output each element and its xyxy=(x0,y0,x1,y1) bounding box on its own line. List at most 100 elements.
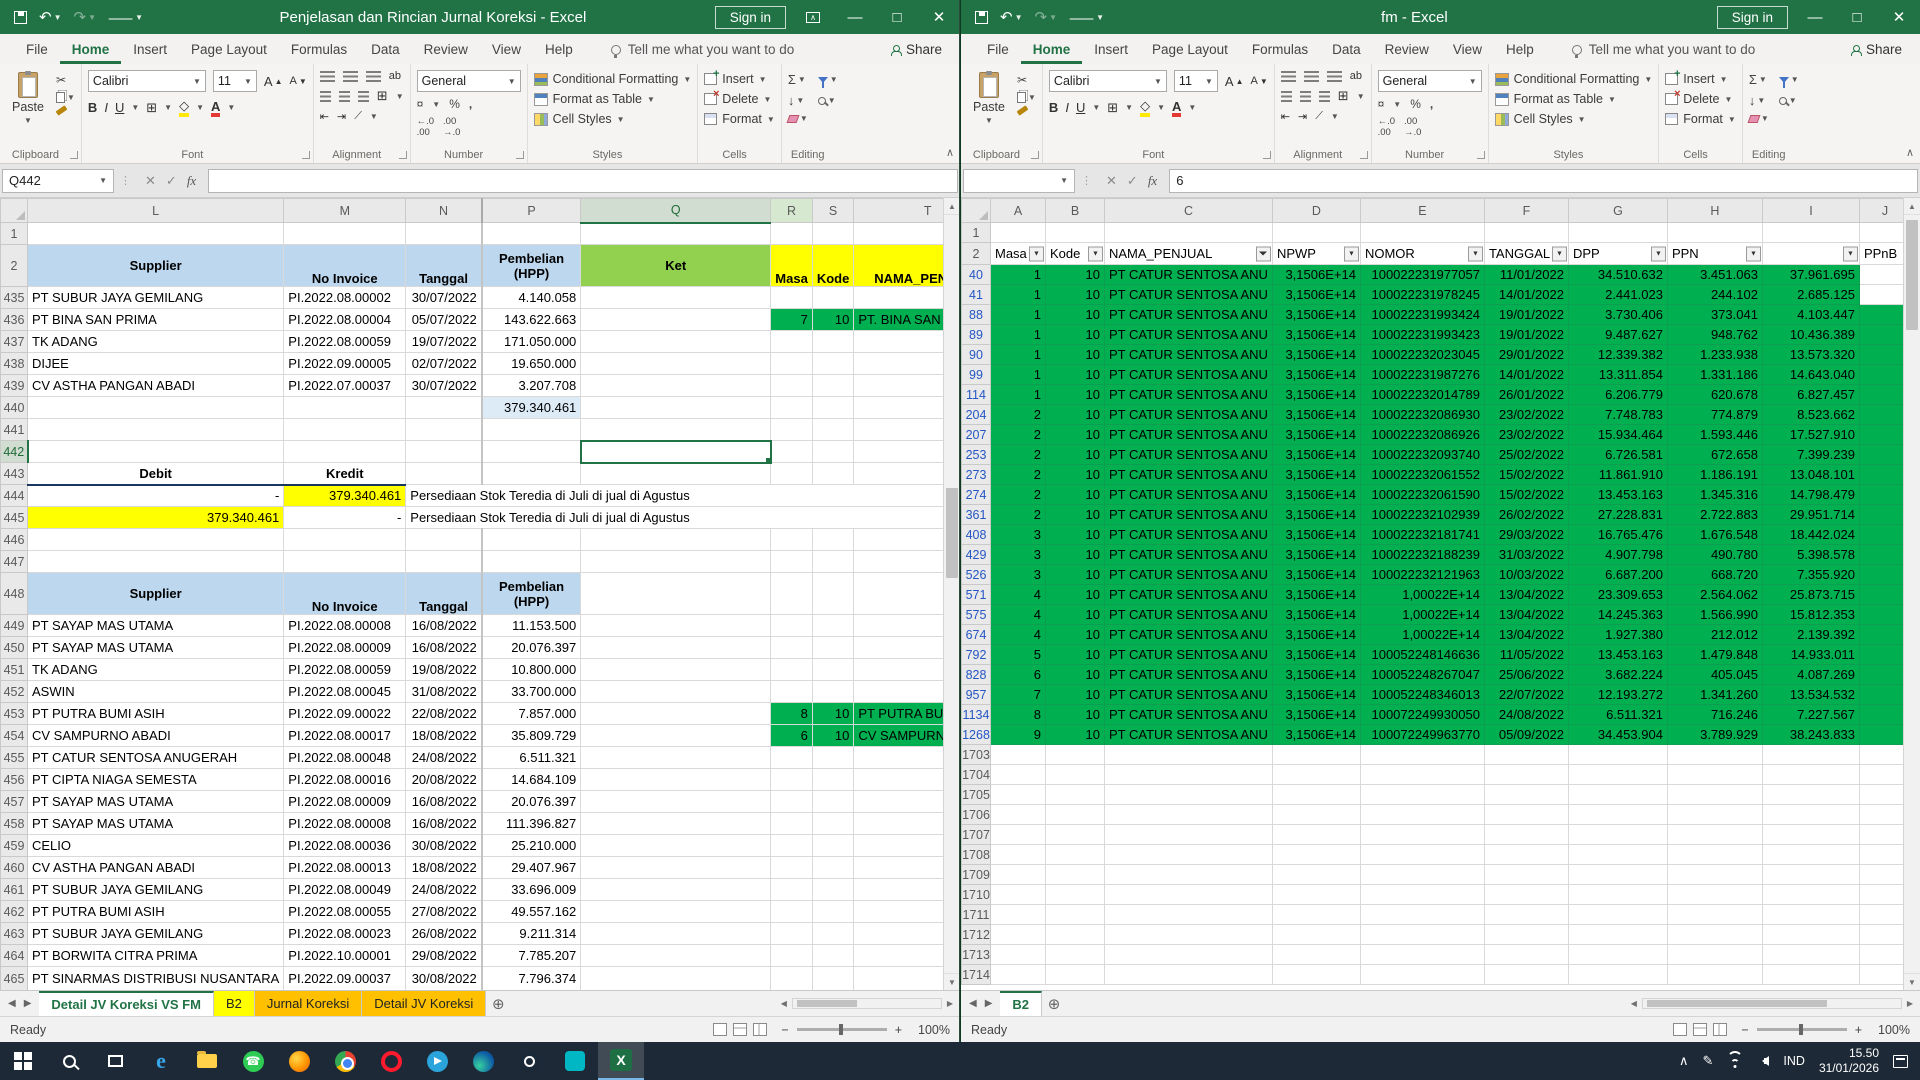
cell-npwp[interactable]: 3,1506E+14 xyxy=(1272,284,1361,305)
cell-styles-button[interactable]: Cell Styles ▼ xyxy=(533,112,692,126)
header-pembelian[interactable]: Pembelian (HPP) xyxy=(480,572,582,615)
cell-dpp[interactable]: 15.934.464 xyxy=(1568,424,1668,445)
cell-hpp[interactable]: 9.211.314 xyxy=(480,922,582,945)
maximize-button[interactable]: □ xyxy=(876,0,918,34)
cell-nomor[interactable]: 100052248267047 xyxy=(1360,664,1485,685)
row-header[interactable]: 464 xyxy=(0,944,28,967)
cell-npwp[interactable]: 3,1506E+14 xyxy=(1272,564,1361,585)
cell-kode[interactable]: 10 xyxy=(812,702,855,725)
cell-ppn[interactable]: 1.341.260 xyxy=(1667,684,1763,705)
cell-tanggal[interactable]: 14/01/2022 xyxy=(1484,284,1569,305)
row-header-filtered[interactable]: 674 xyxy=(961,624,991,645)
cell-kode[interactable]: 10 xyxy=(1045,544,1105,565)
format-as-table-button[interactable]: Format as Table ▼ xyxy=(1494,92,1653,106)
cell-dpp[interactable]: 11.861.910 xyxy=(1568,464,1668,485)
number-dialog-launcher[interactable] xyxy=(515,151,524,159)
cell-supplier[interactable]: PT SAYAP MAS UTAMA xyxy=(27,790,285,813)
cell-nama-penjual[interactable]: PT CATUR SENTOSA ANU xyxy=(1104,364,1273,385)
scrollbar-thumb[interactable] xyxy=(1906,220,1918,330)
cell-kode[interactable] xyxy=(812,636,855,659)
merge-dropdown[interactable]: ▼ xyxy=(396,92,404,101)
hscroll-left-arrow[interactable]: ◀ xyxy=(778,999,790,1008)
hscrollbar-thumb[interactable] xyxy=(796,1000,857,1007)
cell-masa[interactable] xyxy=(770,746,813,769)
notification-center-button[interactable] xyxy=(1893,1054,1908,1068)
cell-tanggal[interactable]: 26/08/2022 xyxy=(405,922,483,945)
cell-nomor[interactable]: 100022232086930 xyxy=(1360,404,1485,425)
zoom-out-button[interactable]: − xyxy=(781,1023,788,1037)
column-header[interactable]: H xyxy=(1666,198,1763,223)
align-center-button[interactable] xyxy=(1299,90,1311,102)
cell-npwp[interactable]: 3,1506E+14 xyxy=(1272,324,1361,345)
header-no-invoice[interactable]: No Invoice xyxy=(283,244,407,287)
row-header-filtered[interactable]: 204 xyxy=(961,404,991,425)
cell-invoice[interactable]: PI.2022.08.00008 xyxy=(283,614,407,637)
hscroll-left-arrow[interactable]: ◀ xyxy=(1628,999,1640,1008)
tab-file[interactable]: File xyxy=(975,37,1021,64)
cut-button[interactable]: ✂ xyxy=(56,73,75,87)
normal-view-button[interactable] xyxy=(713,1023,728,1036)
cell-masa[interactable]: 2 xyxy=(990,484,1046,505)
conditional-formatting-button[interactable]: Conditional Formatting ▼ xyxy=(533,72,691,86)
align-top-button[interactable] xyxy=(1280,70,1296,82)
cell-kode[interactable]: 10 xyxy=(1045,464,1105,485)
header-npwp[interactable]: NPWP ▼ xyxy=(1272,242,1361,265)
cell-hpp[interactable]: 35.809.729 xyxy=(480,724,582,747)
cell-nama-penjual[interactable]: PT CATUR SENTOSA ANU xyxy=(1104,684,1273,705)
percent-button[interactable]: % xyxy=(1410,97,1421,111)
row-header[interactable]: 452 xyxy=(0,680,28,703)
header-debit[interactable]: Debit xyxy=(27,462,285,486)
cell-tanggal[interactable]: 23/02/2022 xyxy=(1484,424,1569,445)
cell-ppn[interactable]: 1.233.938 xyxy=(1667,344,1763,365)
borders-button[interactable]: ⊞ xyxy=(1107,100,1118,116)
tab-insert[interactable]: Insert xyxy=(1082,37,1140,64)
row-header[interactable]: 454 xyxy=(0,724,28,747)
bold-button[interactable]: B xyxy=(88,100,97,115)
cell-supplier[interactable]: TK ADANG xyxy=(27,330,285,353)
cell-kode[interactable]: 10 xyxy=(1045,564,1105,585)
row-header[interactable]: 1705 xyxy=(961,784,991,805)
filter-dropdown-icon[interactable]: ▼ xyxy=(1551,246,1567,261)
cell-masa[interactable] xyxy=(770,352,813,375)
pen-icon[interactable]: ✎ xyxy=(1703,1053,1714,1069)
cell-tanggal[interactable]: 18/08/2022 xyxy=(405,856,483,879)
cell-total[interactable]: 5.398.578 xyxy=(1762,544,1860,565)
cell-nama-penjual[interactable]: PT CATUR SENTOSA ANU xyxy=(1104,644,1273,665)
align-top-button[interactable] xyxy=(319,70,335,82)
zoom-level[interactable]: 100% xyxy=(910,1023,950,1037)
tab-view[interactable]: View xyxy=(1441,37,1494,64)
paste-button[interactable]: Paste ▼ xyxy=(967,70,1011,125)
cell-nama-penjual[interactable]: PT CATUR SENTOSA ANU xyxy=(1104,584,1273,605)
cell-nama-penjual[interactable]: PT CATUR SENTOSA ANU xyxy=(1104,444,1273,465)
formula-input[interactable]: 6 xyxy=(1169,168,1918,193)
next-sheet-button[interactable]: ▶ xyxy=(985,998,993,1009)
cell-kode[interactable] xyxy=(812,834,855,857)
filter-dropdown-icon[interactable]: ▼ xyxy=(1029,246,1044,261)
cell-kode[interactable] xyxy=(812,878,855,901)
header-no-invoice[interactable]: No Invoice xyxy=(283,572,407,615)
cell-masa[interactable]: 4 xyxy=(990,584,1046,605)
cell-masa[interactable]: 1 xyxy=(990,344,1046,365)
hscrollbar-thumb[interactable] xyxy=(1646,1000,1827,1007)
save-button[interactable] xyxy=(14,10,27,24)
percent-button[interactable]: % xyxy=(449,97,460,111)
cell-tanggal[interactable]: 16/08/2022 xyxy=(405,636,483,659)
tab-data[interactable]: Data xyxy=(359,37,412,64)
cell-total[interactable]: 17.527.910 xyxy=(1762,424,1860,445)
cell-tanggal[interactable]: 18/08/2022 xyxy=(405,724,483,747)
row-header[interactable]: 441 xyxy=(0,418,28,441)
cell-nomor[interactable]: 1,00022E+14 xyxy=(1360,604,1485,625)
sign-in-button[interactable]: Sign in xyxy=(714,5,786,29)
row-header-filtered[interactable]: 274 xyxy=(961,484,991,505)
zoom-slider[interactable] xyxy=(1756,1024,1847,1035)
cell-kode[interactable]: 10 xyxy=(1045,684,1105,705)
cell-tanggal[interactable]: 30/07/2022 xyxy=(405,286,483,309)
cell-nama-penjual[interactable]: PT CATUR SENTOSA ANU xyxy=(1104,524,1273,545)
page-break-view-button[interactable] xyxy=(753,1023,768,1036)
share-button[interactable]: Share xyxy=(1839,37,1914,64)
row-header[interactable]: 448 xyxy=(0,572,28,615)
row-header[interactable]: 1708 xyxy=(961,844,991,865)
header-kode[interactable]: Kode ▼ xyxy=(1045,242,1105,265)
row-header-filtered[interactable]: 571 xyxy=(961,584,991,605)
cell-ppn[interactable]: 3.451.063 xyxy=(1667,264,1763,285)
